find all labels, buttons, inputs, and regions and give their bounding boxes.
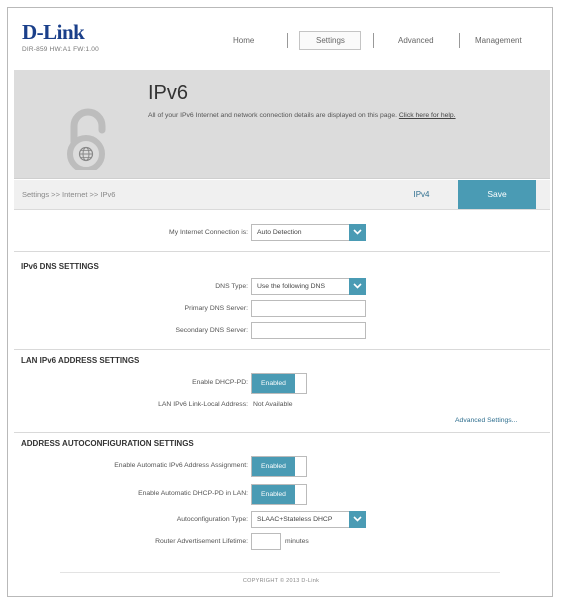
dhcp-pd-toggle[interactable]: Enabled [251,373,307,394]
save-button[interactable]: Save [458,180,536,209]
footer-copyright: COPYRIGHT © 2013 D-Link [242,578,320,584]
connection-label: My Internet Connection is: [169,229,248,236]
secondary-dns-label: Secondary DNS Server: [175,327,248,334]
divider [14,251,550,252]
connection-select[interactable]: Auto Detection [251,224,366,241]
link-local-value: Not Available [253,401,293,408]
dns-section-heading: IPv6 DNS SETTINGS [21,262,99,271]
divider [14,349,550,350]
dns-type-label: DNS Type: [215,283,248,290]
dns-type-select[interactable]: Use the following DNS [251,278,366,295]
autoconf-section-heading: ADDRESS AUTOCONFIGURATION SETTINGS [21,439,194,448]
auto-dhcp-pd-label: Enable Automatic DHCP-PD in LAN: [138,490,248,497]
dhcp-pd-label: Enable DHCP-PD: [192,379,248,386]
nav-separator [287,33,288,48]
ra-lifetime-label: Router Advertisement Lifetime: [155,538,248,545]
dlink-logo: D-Link [22,20,85,44]
nav-management[interactable]: Management [475,36,522,45]
connection-select-value: Auto Detection [257,229,302,236]
ra-lifetime-unit: minutes [285,538,309,545]
nav-settings[interactable]: Settings [316,36,345,45]
auto-dhcp-pd-toggle-state: Enabled [252,485,295,504]
nav-advanced[interactable]: Advanced [398,36,434,45]
chevron-down-icon [349,278,366,295]
footer-divider [60,572,500,573]
auto-assign-toggle-state: Enabled [252,457,295,476]
auto-dhcp-pd-toggle[interactable]: Enabled [251,484,307,505]
primary-dns-input[interactable] [251,300,366,317]
page-description-text: All of your IPv6 Internet and network co… [148,112,397,119]
advanced-settings-link[interactable]: Advanced Settings... [455,417,517,424]
divider [14,432,550,433]
secondary-dns-input[interactable] [251,322,366,339]
link-local-label: LAN IPv6 Link-Local Address: [158,401,248,408]
nav-separator [373,33,374,48]
autoconf-type-label: Autoconfiguration Type: [176,516,248,523]
page-title: IPv6 [148,82,189,104]
breadcrumb: Settings >> Internet >> IPv6 [22,190,116,199]
auto-assign-toggle[interactable]: Enabled [251,456,307,477]
autoconf-type-select-value: SLAAC+Stateless DHCP [257,516,333,523]
autoconf-type-select[interactable]: SLAAC+Stateless DHCP [251,511,366,528]
chevron-down-icon [349,511,366,528]
primary-dns-label: Primary DNS Server: [184,305,248,312]
ipv4-link[interactable]: IPv4 [385,180,458,209]
nav-separator [459,33,460,48]
dns-type-select-value: Use the following DNS [257,283,325,290]
chevron-down-icon [349,224,366,241]
model-info: DIR-859 HW:A1 FW:1.00 [22,46,99,53]
nav-home[interactable]: Home [233,36,254,45]
auto-assign-label: Enable Automatic IPv6 Address Assignment… [114,462,248,469]
page-description: All of your IPv6 Internet and network co… [148,112,456,119]
dhcp-pd-toggle-state: Enabled [252,374,295,393]
lan-section-heading: LAN IPv6 ADDRESS SETTINGS [21,356,140,365]
help-link[interactable]: Click here for help. [399,112,456,119]
brand-block: D-Link DIR-859 HW:A1 FW:1.00 [22,20,99,53]
ipv6-lock-globe-icon [62,108,122,175]
ra-lifetime-input[interactable] [251,533,281,550]
